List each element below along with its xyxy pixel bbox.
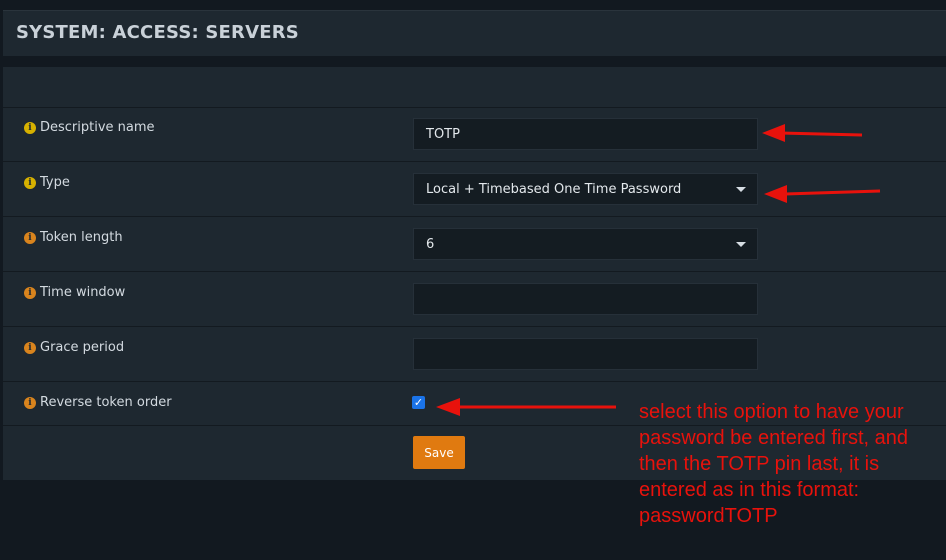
annotation-note: select this option to have your password… xyxy=(639,399,946,529)
annotation-line: select this option to have your xyxy=(639,401,904,423)
arrow-type xyxy=(764,185,881,203)
page: SYSTEM: ACCESS: SERVERS i Descriptive na… xyxy=(0,0,946,560)
annotation-line: passwordTOTP xyxy=(639,505,778,527)
arrow-reverse-token-order xyxy=(436,398,616,416)
arrow-descriptive-name xyxy=(762,124,863,142)
annotation-line: password be entered first, and xyxy=(639,427,909,449)
annotation-line: then the TOTP pin last, it is xyxy=(639,453,880,475)
annotation-line: entered as in this format: xyxy=(639,479,860,501)
